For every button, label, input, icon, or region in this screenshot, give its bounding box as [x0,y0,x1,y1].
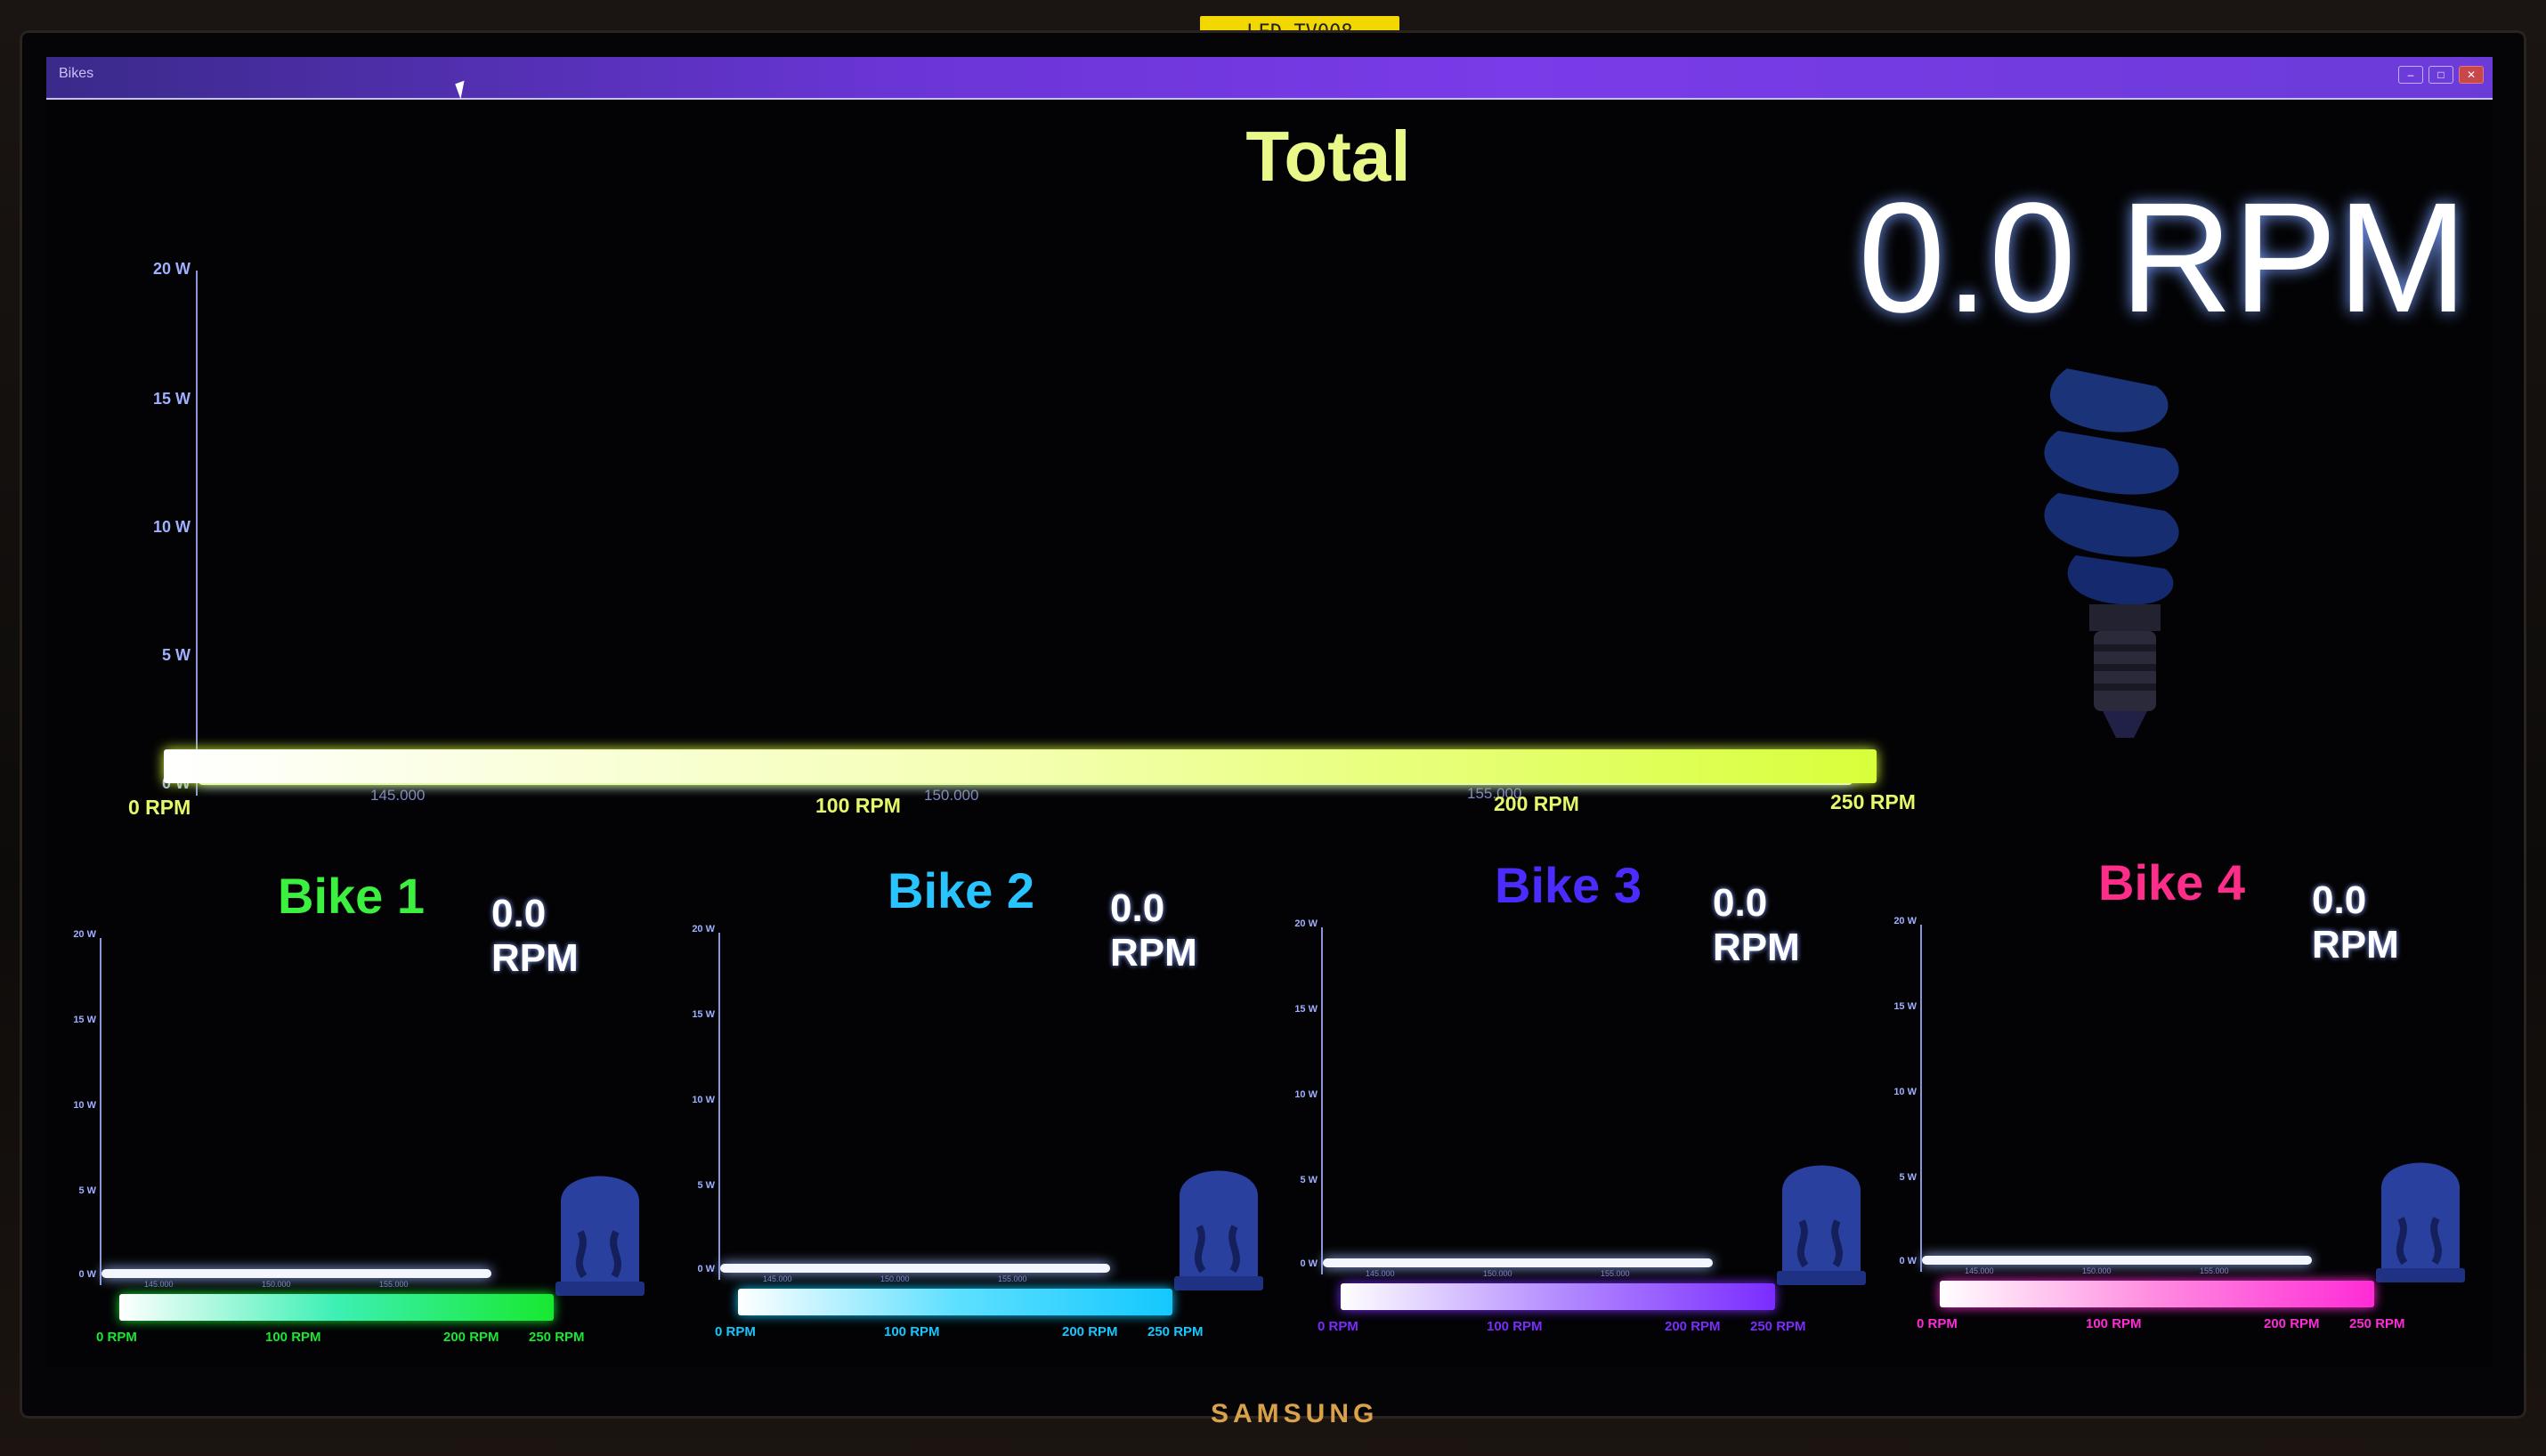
bike-rpm-label: 250 RPM [1750,1319,1806,1334]
bike-rpm-readout: 0.0 RPM [2312,878,2399,967]
bike-rpm-label: 250 RPM [2349,1316,2405,1331]
total-y-axis [196,271,198,796]
bike-rpm-label: 200 RPM [1062,1324,1118,1339]
bike-rpm-label: 0 RPM [715,1324,756,1339]
bike-power-series-line [720,1264,1110,1273]
bike-power-series-line [101,1269,491,1278]
led-icon [555,1176,645,1296]
led-icon [2376,1162,2465,1282]
total-title: Total [1245,117,1411,196]
bike-power-series-line [1922,1256,2312,1265]
bike-y-tick: 15 W [692,1009,715,1020]
bike-y-tick: 20 W [692,924,715,934]
bike-x-tick: 150.000 [262,1280,291,1289]
bike-rpm-label: 200 RPM [2264,1316,2320,1331]
tv-brand-logo: SAMSUNG [1211,1399,1379,1428]
bike-title: Bike 4 [2098,854,2245,910]
bike-y-axis [1321,927,1323,1274]
bike-rpm-label: 100 RPM [265,1330,321,1345]
bike-y-tick: 20 W [1893,916,1917,926]
lightbulb-icon [2044,368,2179,738]
total-rpm-label: 100 RPM [815,794,901,817]
total-y-tick: 10 W [152,518,191,536]
close-button[interactable]: ✕ [2459,66,2484,84]
bike-rpm-label: 0 RPM [1318,1319,1358,1334]
bike-rpm-label: 200 RPM [1665,1319,1721,1334]
bike-rpm-label: 0 RPM [96,1330,137,1345]
bike-x-tick: 145.000 [1965,1266,1994,1275]
bike-y-tick: 0 W [1300,1258,1318,1269]
bike-power-series-line [1323,1258,1713,1267]
bike-rpm-label: 100 RPM [1487,1319,1543,1334]
total-x-tick: 150.000 [924,787,979,804]
bike-x-tick: 150.000 [880,1274,910,1283]
bike-y-axis [100,938,101,1285]
bike-rpm-label: 100 RPM [884,1324,940,1339]
bike-y-tick: 0 W [697,1264,715,1274]
total-rpm-gauge-bar [164,749,1877,783]
bike-rpm-label: 100 RPM [2086,1316,2142,1331]
window-controls: – □ ✕ [2398,66,2484,84]
bike-y-tick: 5 W [78,1185,96,1196]
bike-title: Bike 2 [888,862,1034,918]
bike-title: Bike 3 [1495,857,1642,913]
bike-y-tick: 10 W [692,1095,715,1105]
bike-y-axis [718,933,720,1280]
bike-x-tick: 145.000 [144,1280,174,1289]
bike-y-tick: 20 W [1294,918,1318,929]
total-y-tick: 5 W [161,646,191,664]
bike-y-tick: 5 W [1899,1172,1917,1183]
bike-x-tick: 155.000 [379,1280,409,1289]
bike-x-tick: 145.000 [1366,1269,1395,1278]
total-x-tick: 145.000 [370,787,426,804]
bike-rpm-label: 0 RPM [1917,1316,1958,1331]
bike-y-tick: 5 W [697,1180,715,1191]
bike-y-tick: 10 W [1893,1087,1917,1097]
total-rpm-label: 200 RPM [1494,792,1579,815]
window-title: Bikes [59,66,94,81]
bike-panel-3: Bike 3 0.0 RPM 20 W 15 W 10 W 5 W 0 W 145.000 15… [1277,856,1866,1355]
minimize-button[interactable]: – [2398,66,2423,84]
app-window: Bikes – □ ✕ Total 0.0 RPM 20 W 15 W 10 W… [46,57,2493,1367]
bike-title: Bike 1 [278,868,425,924]
total-rpm-label: 0 RPM [128,796,191,819]
bike-x-tick: 145.000 [763,1274,792,1283]
bike-x-tick: 155.000 [1601,1269,1630,1278]
bike-rpm-readout: 0.0 RPM [1713,881,1800,969]
bike-y-tick: 15 W [73,1015,96,1025]
bike-rpm-label: 250 RPM [529,1330,585,1345]
bike-y-tick: 15 W [1893,1001,1917,1012]
bike-y-axis [1920,925,1922,1272]
bike-panel-4: Bike 4 0.0 RPM 20 W 15 W 10 W 5 W 0 W 145.000 15… [1876,853,2465,1352]
bike-panel-2: Bike 2 0.0 RPM 20 W 15 W 10 W 5 W 0 W 145.000 15… [674,861,1263,1360]
tv-frame: LED TV008 SAMSUNG Bikes – □ ✕ Total 0.0 … [0,0,2546,1456]
total-y-tick: 20 W [152,260,191,278]
bike-x-tick: 155.000 [2200,1266,2229,1275]
total-y-tick: 15 W [152,390,191,408]
bike-panel-1: Bike 1 0.0 RPM 20 W 15 W 10 W 5 W 0 W 145.000 15… [55,867,645,1365]
bike-y-tick: 5 W [1300,1175,1318,1185]
bike-rpm-label: 200 RPM [443,1330,499,1345]
bike-x-tick: 150.000 [2082,1266,2112,1275]
bike-rpm-gauge-bar [738,1289,1172,1315]
bike-y-tick: 10 W [73,1100,96,1111]
bike-y-tick: 0 W [1899,1256,1917,1266]
bike-y-tick: 15 W [1294,1004,1318,1015]
bike-rpm-readout: 0.0 RPM [1110,886,1197,975]
bike-y-tick: 10 W [1294,1089,1318,1100]
bike-x-tick: 155.000 [998,1274,1027,1283]
bike-y-tick: 20 W [73,929,96,940]
led-icon [1174,1170,1263,1290]
led-icon [1777,1165,1866,1285]
bike-rpm-gauge-bar [1940,1281,2374,1307]
bike-rpm-gauge-bar [119,1294,554,1321]
bike-rpm-label: 250 RPM [1147,1324,1204,1339]
bike-y-tick: 0 W [78,1269,96,1280]
window-titlebar[interactable]: Bikes – □ ✕ [46,57,2493,100]
maximize-button[interactable]: □ [2428,66,2453,84]
bike-rpm-readout: 0.0 RPM [491,892,579,980]
total-rpm-label: 250 RPM [1830,790,1916,813]
bike-rpm-gauge-bar [1341,1283,1775,1310]
bike-x-tick: 150.000 [1483,1269,1512,1278]
